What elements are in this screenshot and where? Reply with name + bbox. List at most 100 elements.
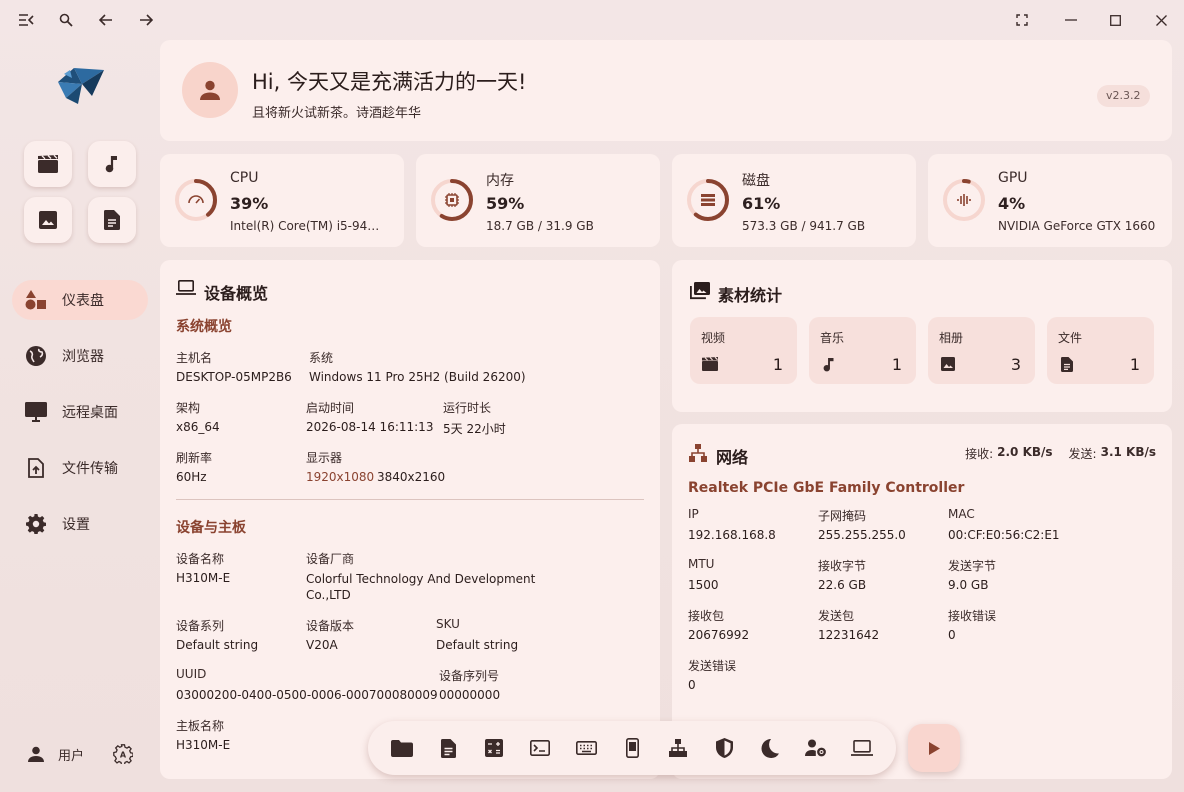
network-tree-icon (689, 444, 707, 462)
sidebar-item-label: 浏览器 (62, 349, 104, 365)
keyboard-icon[interactable] (574, 736, 598, 760)
user-settings-icon[interactable] (804, 736, 828, 760)
series-value: Default string (176, 638, 259, 652)
monitor-icon (24, 400, 48, 424)
quick-dock (368, 721, 896, 775)
subnet-mask-value: 255.255.255.0 (818, 528, 906, 542)
menu-collapse-icon[interactable] (14, 8, 38, 32)
vendor-label: 设备厂商 (306, 552, 355, 566)
arch-label: 架构 (176, 401, 201, 415)
refresh-rate-label: 刷新率 (176, 451, 213, 465)
tx-errors-label: 发送错误 (688, 659, 737, 673)
rx-bytes-value: 22.6 GB (818, 578, 867, 592)
media-video-count: 1 (772, 355, 783, 374)
version-label: 设备版本 (306, 619, 355, 633)
network-tree-icon[interactable] (666, 736, 690, 760)
theme-settings-icon[interactable]: A (112, 743, 134, 765)
shield-icon[interactable] (712, 736, 736, 760)
tx-bytes-value: 9.0 GB (948, 578, 989, 592)
hostname-label: 主机名 (176, 351, 213, 365)
boot-time-label: 启动时间 (306, 401, 355, 415)
disk-list-icon (701, 194, 715, 206)
uptime-value: 5天 22小时 (443, 422, 506, 436)
gear-icon (24, 512, 48, 536)
cpu-model: Intel(R) Core(TM) i5-9400F CPU @ 2.90GHz (230, 219, 386, 233)
music-icon (820, 355, 838, 373)
quick-document-tile[interactable] (88, 197, 136, 243)
memory-usage-ring (431, 179, 473, 221)
sidebar-item-browser[interactable]: 浏览器 (12, 336, 148, 376)
device-name-value: H310M-E (176, 571, 231, 585)
forward-arrow-icon[interactable] (134, 8, 158, 32)
play-button[interactable] (908, 724, 960, 772)
boot-time-value: 2026-08-14 16:11:13 (306, 420, 434, 434)
refresh-rate-value: 60Hz (176, 470, 207, 484)
subnet-mask-label: 子网掩码 (818, 509, 867, 523)
media-album-tile[interactable]: 相册 3 (928, 317, 1035, 384)
cpu-title: CPU (230, 170, 259, 186)
memory-stat-card: 内存 59% 18.7 GB / 31.9 GB (416, 154, 660, 247)
system-section-title: 系统概览 (176, 319, 232, 335)
cpu-usage-ring (175, 179, 217, 221)
search-icon[interactable] (54, 8, 78, 32)
gpu-title: GPU (998, 170, 1028, 186)
version-value: V20A (306, 638, 338, 652)
media-video-tile[interactable]: 视频 1 (690, 317, 797, 384)
disk-title: 磁盘 (742, 173, 770, 189)
media-music-tile[interactable]: 音乐 1 (809, 317, 916, 384)
maximize-icon[interactable] (1103, 8, 1127, 32)
media-stats-title: 素材统计 (718, 286, 783, 305)
sidebar-item-label: 文件传输 (62, 461, 118, 477)
board-name-value: H310M-E (176, 738, 231, 752)
vendor-value: Colorful Technology And Development Co.,… (306, 572, 536, 602)
document-icon[interactable] (436, 736, 460, 760)
minimize-icon[interactable] (1059, 8, 1083, 32)
terminal-icon[interactable] (528, 736, 552, 760)
sidebar-item-label: 设置 (62, 517, 90, 533)
send-speed-label: 发送: (1068, 447, 1097, 461)
folder-icon[interactable] (390, 736, 414, 760)
media-file-tile[interactable]: 文件 1 (1047, 317, 1154, 384)
gpu-usage-ring (943, 179, 985, 221)
media-file-count: 1 (1129, 355, 1140, 374)
phone-icon[interactable] (620, 736, 644, 760)
uptime-label: 运行时长 (443, 401, 492, 415)
back-arrow-icon[interactable] (94, 8, 118, 32)
rx-errors-value: 0 (948, 628, 956, 642)
os-value: Windows 11 Pro 25H2 (Build 26200) (309, 370, 526, 384)
dashboard-icon (24, 288, 48, 312)
user-button[interactable]: 用户 (28, 742, 84, 766)
network-speed: 接收: 2.0 KB/s 发送: 3.1 KB/s (965, 445, 1156, 462)
avatar[interactable] (182, 62, 238, 118)
laptop-icon[interactable] (850, 736, 874, 760)
recv-speed-label: 接收: (965, 447, 994, 461)
mtu-label: MTU (688, 557, 715, 571)
image-icon (39, 211, 57, 229)
app-logo (52, 60, 108, 106)
play-icon (928, 741, 940, 755)
calculator-icon[interactable] (482, 736, 506, 760)
quick-video-tile[interactable] (24, 141, 72, 187)
moon-icon[interactable] (758, 736, 782, 760)
media-music-count: 1 (891, 355, 902, 374)
waveform-icon (957, 194, 971, 206)
sidebar-item-settings[interactable]: 设置 (12, 504, 148, 544)
adapter-name: Realtek PCIe GbE Family Controller (688, 480, 965, 496)
media-stats-card: 素材统计 视频 1 音乐 1 相册 3 文件 1 (672, 260, 1172, 412)
greeting-card: Hi, 今天又是充满活力的一天! 且将新火试新茶。诗酒趁年华 v2.3.2 (160, 40, 1172, 141)
board-section-title: 设备与主板 (176, 520, 246, 536)
fullscreen-icon[interactable] (1010, 8, 1034, 32)
mac-label: MAC (948, 507, 975, 521)
tx-bytes-label: 发送字节 (948, 559, 997, 573)
sidebar-item-remote-desktop[interactable]: 远程桌面 (12, 392, 148, 432)
quick-music-tile[interactable] (88, 141, 136, 187)
os-label: 系统 (309, 351, 334, 365)
disk-usage-ring (687, 179, 729, 221)
send-speed-value: 3.1 KB/s (1100, 445, 1156, 459)
recv-speed-value: 2.0 KB/s (997, 445, 1053, 459)
close-icon[interactable] (1149, 8, 1173, 32)
sidebar-item-dashboard[interactable]: 仪表盘 (12, 280, 148, 320)
sidebar-item-file-transfer[interactable]: 文件传输 (12, 448, 148, 488)
memory-chip-icon (445, 193, 459, 207)
quick-image-tile[interactable] (24, 197, 72, 243)
